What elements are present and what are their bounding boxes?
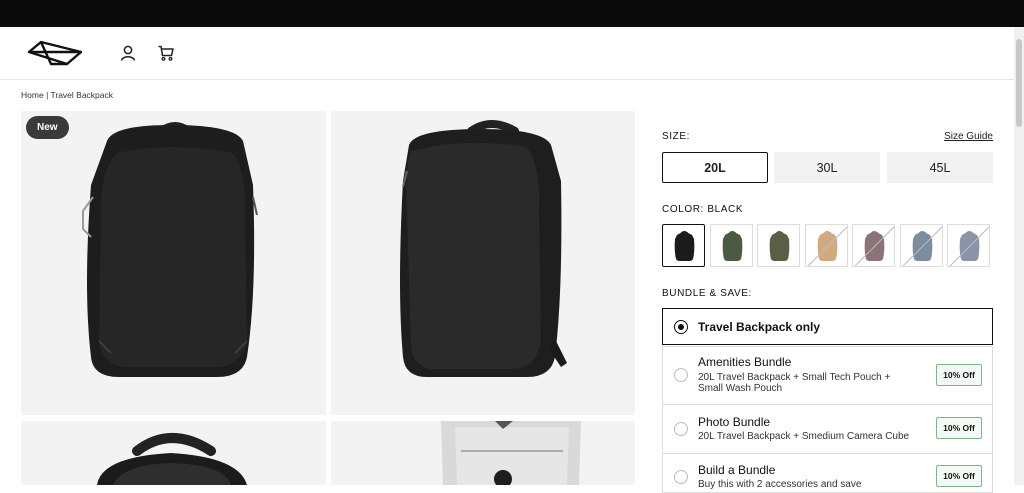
site-header (0, 27, 1014, 80)
announcement-bar (0, 0, 1024, 27)
bundle-option-photo[interactable]: Photo Bundle 20L Travel Backpack + Smedi… (662, 404, 993, 454)
radio-photo[interactable] (674, 422, 688, 436)
color-swatch-mauve[interactable] (852, 224, 895, 267)
size-option-30l[interactable]: 30L (774, 152, 880, 183)
bundle-option-build[interactable]: Build a Bundle Buy this with 2 accessori… (662, 453, 993, 493)
product-image-angle[interactable] (331, 111, 635, 415)
backpack-interior-image (441, 421, 581, 485)
product-image-front[interactable]: New (21, 111, 326, 415)
new-badge: New (26, 116, 69, 139)
product-image-interior[interactable] (331, 421, 635, 485)
size-option-45l[interactable]: 45L (887, 152, 993, 183)
color-label: COLOR: BLACK (662, 204, 744, 215)
breadcrumb-separator: | (46, 90, 49, 100)
bundle-description: 20L Travel Backpack + Small Tech Pouch +… (698, 372, 891, 394)
backpack-angle-image (400, 120, 567, 377)
breadcrumb-home[interactable]: Home (21, 90, 44, 100)
bundle-option-backpack-only[interactable]: Travel Backpack only (662, 308, 993, 345)
bundle-label: BUNDLE & SAVE: (662, 288, 752, 299)
backpack-back-image (97, 433, 247, 485)
page-scrollbar[interactable] (1014, 27, 1024, 485)
color-swatch-blue-grey[interactable] (899, 224, 943, 267)
bundle-title: Amenities Bundle (698, 355, 792, 369)
product-image-back[interactable] (21, 421, 326, 485)
breadcrumb: Home | Travel Backpack (21, 90, 113, 100)
size-option-20l[interactable]: 20L (662, 152, 768, 183)
bundle-option-amenities[interactable]: Amenities Bundle 20L Travel Backpack + S… (662, 346, 993, 405)
size-label: SIZE: (662, 131, 691, 142)
discount-badge: 10% Off (936, 465, 982, 487)
bundle-title: Build a Bundle (698, 463, 776, 477)
backpack-front-image (82, 122, 258, 377)
radio-backpack-only[interactable] (674, 320, 688, 334)
breadcrumb-current: Travel Backpack (50, 90, 114, 100)
radio-build[interactable] (674, 470, 688, 484)
bundle-description: 20L Travel Backpack + Smedium Camera Cub… (698, 431, 910, 442)
color-swatch-sage[interactable] (709, 224, 753, 267)
bundle-title: Travel Backpack only (698, 320, 821, 334)
color-swatch-tan[interactable] (804, 224, 848, 267)
radio-amenities[interactable] (674, 368, 688, 382)
color-swatch-black[interactable] (662, 224, 705, 267)
scrollbar-thumb[interactable] (1016, 39, 1022, 127)
color-swatch-slate[interactable] (947, 224, 990, 267)
color-swatch-olive[interactable] (757, 224, 800, 267)
account-icon[interactable] (119, 44, 137, 62)
discount-badge: 10% Off (936, 417, 982, 439)
size-guide-link[interactable]: Size Guide (944, 131, 993, 142)
cart-icon[interactable] (157, 44, 175, 62)
peak-design-logo-icon[interactable] (27, 40, 83, 71)
bundle-title: Photo Bundle (698, 415, 771, 429)
discount-badge: 10% Off (936, 364, 982, 386)
